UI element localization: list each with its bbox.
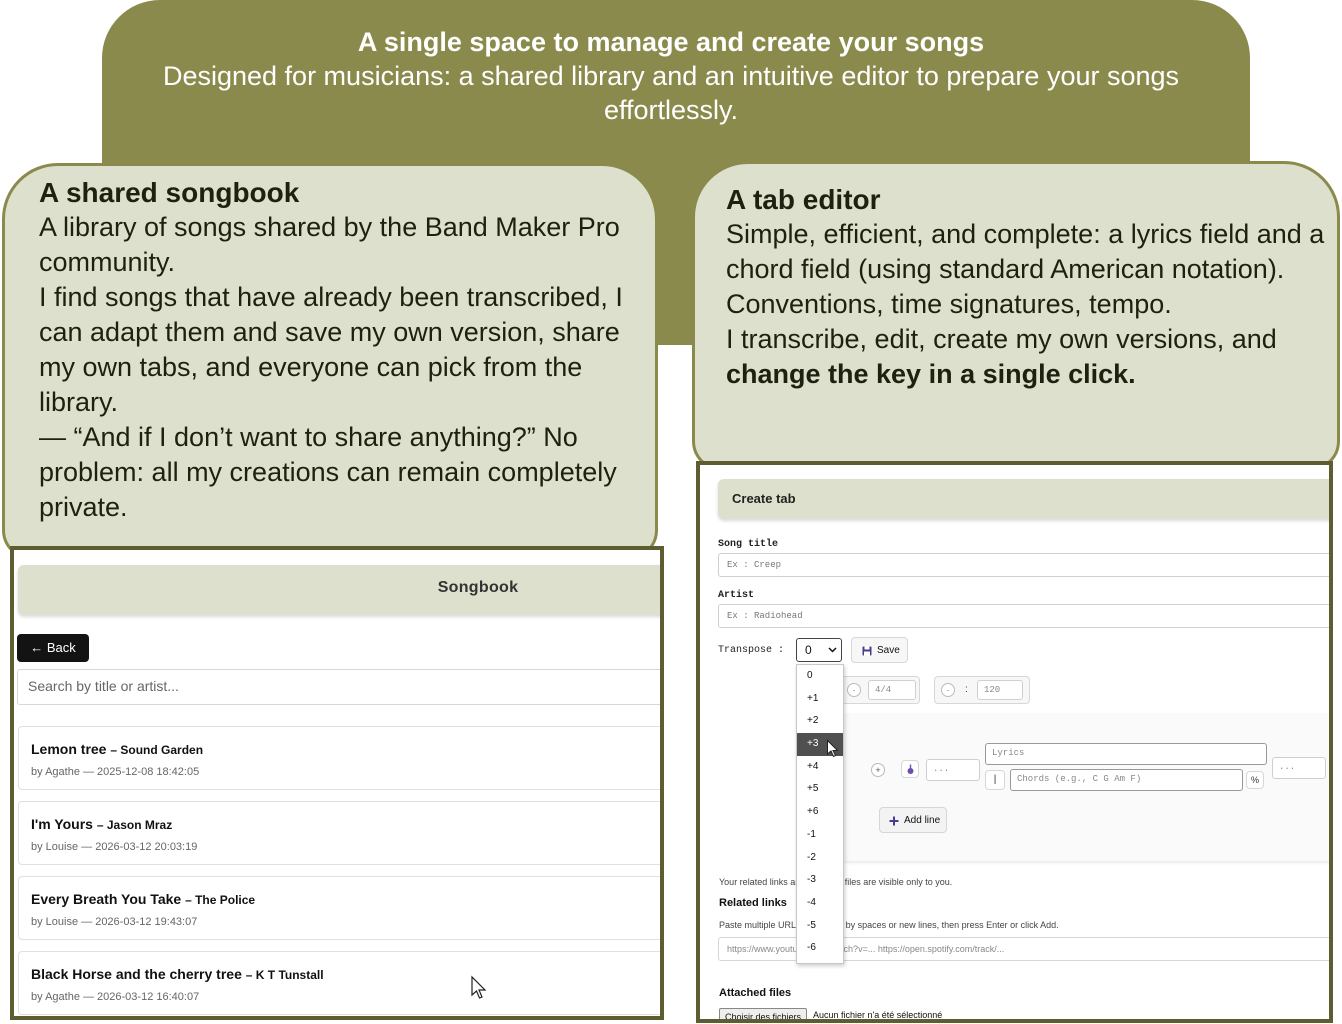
artist-label: Artist bbox=[718, 590, 755, 601]
song-artist: – The Police bbox=[185, 893, 256, 907]
song-meta: by Louise — 2026-03-12 20:03:19 bbox=[31, 841, 198, 853]
plus-icon bbox=[889, 816, 899, 826]
songbook-header-title: Songbook bbox=[437, 579, 519, 596]
editor-card-paragraph: Simple, efficient, and complete: a lyric… bbox=[726, 219, 1325, 284]
songbook-header: Songbook bbox=[18, 565, 660, 615]
song-list-item[interactable]: I'm Yours – Jason Mraz by Louise — 2026-… bbox=[18, 801, 660, 865]
percent-button[interactable]: % bbox=[1246, 771, 1264, 789]
transpose-value: 0 bbox=[805, 643, 812, 657]
editor-feature-card: A tab editor Simple, efficient, and comp… bbox=[692, 161, 1340, 471]
editor-card-text: I transcribe, edit, create my own versio… bbox=[726, 324, 1277, 354]
transpose-option[interactable]: +6 bbox=[797, 801, 843, 824]
song-title-label: Song title bbox=[718, 539, 779, 550]
banner-subtitle: Designed for musicians: a shared library… bbox=[162, 61, 1180, 125]
create-tab-title: Create tab bbox=[732, 491, 796, 506]
lyrics-input[interactable]: Lyrics bbox=[985, 743, 1267, 765]
tab-editor-screenshot: Create tab Song title Ex : Creep Artist … bbox=[696, 461, 1333, 1023]
transpose-option[interactable]: -6 bbox=[797, 937, 843, 960]
song-title: I'm Yours bbox=[31, 816, 93, 832]
songbook-card-paragraph: I find songs that have already been tran… bbox=[39, 282, 623, 417]
banner-title: A single space to manage and create your… bbox=[357, 27, 985, 57]
add-line-label: Add line bbox=[904, 815, 941, 826]
editor-card-title: A tab editor bbox=[726, 184, 881, 215]
song-list-item[interactable]: Black Horse and the cherry tree – K T Tu… bbox=[18, 951, 660, 1015]
song-artist: – Jason Mraz bbox=[96, 818, 173, 832]
mouse-cursor-icon bbox=[471, 975, 487, 999]
song-list-item[interactable]: Lemon tree – Sound Garden by Agathe — 20… bbox=[18, 726, 660, 790]
mouse-cursor-icon bbox=[827, 739, 839, 758]
song-artist: – K T Tunstall bbox=[245, 968, 324, 982]
add-icon[interactable]: + bbox=[871, 763, 885, 777]
transpose-option[interactable]: -5 bbox=[797, 915, 843, 938]
song-meta: by Agathe — 2026-03-12 16:40:07 bbox=[31, 991, 200, 1003]
attached-files-title: Attached files bbox=[719, 987, 792, 999]
transpose-select[interactable]: 0 bbox=[796, 638, 842, 662]
song-title-input[interactable]: Ex : Creep bbox=[718, 553, 1329, 577]
song-title: Every Breath You Take bbox=[31, 891, 182, 907]
related-links-help: Paste multiple URLs separated by spaces … bbox=[719, 920, 1059, 930]
transpose-dropdown: 0 +1 +2 +3 +4 +5 +6 -1 -2 -3 -4 -5 -6 bbox=[796, 664, 844, 964]
floppy-disk-icon bbox=[862, 646, 872, 656]
transpose-option[interactable]: 0 bbox=[797, 665, 843, 688]
song-meta: by Louise — 2026-03-12 19:43:07 bbox=[31, 916, 198, 928]
artist-input[interactable]: Ex : Radiohead bbox=[718, 604, 1329, 628]
songbook-card-title: A shared songbook bbox=[39, 177, 300, 208]
related-links-title: Related links bbox=[719, 897, 787, 909]
chords-input[interactable]: Chords (e.g., C G Am F) bbox=[1010, 769, 1243, 791]
transpose-option[interactable]: -2 bbox=[797, 847, 843, 870]
create-tab-header: Create tab bbox=[718, 479, 1329, 519]
choose-files-button[interactable]: Choisir des fichiers bbox=[719, 1008, 808, 1019]
transpose-option[interactable]: -4 bbox=[797, 892, 843, 915]
editor-card-paragraph: I transcribe, edit, create my own versio… bbox=[726, 322, 1326, 392]
editor-card-bold-text: change the key in a single click. bbox=[726, 359, 1136, 389]
transpose-option[interactable]: +5 bbox=[797, 778, 843, 801]
song-title: Black Horse and the cherry tree bbox=[31, 966, 242, 982]
songbook-feature-card: A shared songbook A library of songs sha… bbox=[2, 163, 658, 560]
songbook-screenshot: Songbook ← Back Search by title or artis… bbox=[10, 546, 664, 1020]
add-line-button[interactable]: Add line bbox=[879, 807, 947, 833]
save-button[interactable]: Save bbox=[851, 637, 908, 663]
editor-card-paragraph: Conventions, time signatures, tempo. bbox=[726, 289, 1172, 319]
right-marker-input[interactable]: ... bbox=[1272, 757, 1326, 779]
transpose-option[interactable]: +1 bbox=[797, 688, 843, 711]
bar-separator-button[interactable]: | bbox=[985, 770, 1005, 790]
marker-input[interactable]: ... bbox=[926, 759, 980, 781]
search-input[interactable]: Search by title or artist... bbox=[17, 669, 660, 705]
transpose-option[interactable]: +2 bbox=[797, 710, 843, 733]
songbook-card-paragraph: — “And if I don’t want to share anything… bbox=[39, 422, 617, 522]
tempo-input[interactable]: 120 bbox=[977, 680, 1023, 700]
back-button[interactable]: ← Back bbox=[17, 634, 89, 662]
song-meta: by Agathe — 2025-12-08 18:42:05 bbox=[31, 766, 200, 778]
song-list-item[interactable]: Every Breath You Take – The Police by Lo… bbox=[18, 876, 660, 940]
song-artist: – Sound Garden bbox=[110, 743, 204, 757]
no-file-text: Aucun fichier n'a été sélectionné bbox=[813, 1010, 943, 1020]
time-signature-group: · 4/4 bbox=[840, 676, 920, 704]
songbook-card-paragraph: A library of songs shared by the Band Ma… bbox=[39, 212, 620, 277]
transpose-option[interactable]: +4 bbox=[797, 756, 843, 779]
time-signature-input[interactable]: 4/4 bbox=[868, 680, 916, 700]
tempo-group: · : 120 bbox=[934, 676, 1030, 704]
tempo-separator: : bbox=[965, 684, 968, 695]
tempo-icon[interactable]: · bbox=[941, 683, 955, 697]
save-label: Save bbox=[877, 645, 900, 656]
transpose-option[interactable]: -1 bbox=[797, 824, 843, 847]
transpose-option[interactable]: -3 bbox=[797, 869, 843, 892]
chevron-down-icon bbox=[828, 647, 837, 653]
guitar-icon[interactable] bbox=[901, 760, 919, 778]
time-signature-icon[interactable]: · bbox=[847, 683, 861, 697]
song-title: Lemon tree bbox=[31, 741, 107, 757]
transpose-label: Transpose : bbox=[718, 645, 785, 656]
